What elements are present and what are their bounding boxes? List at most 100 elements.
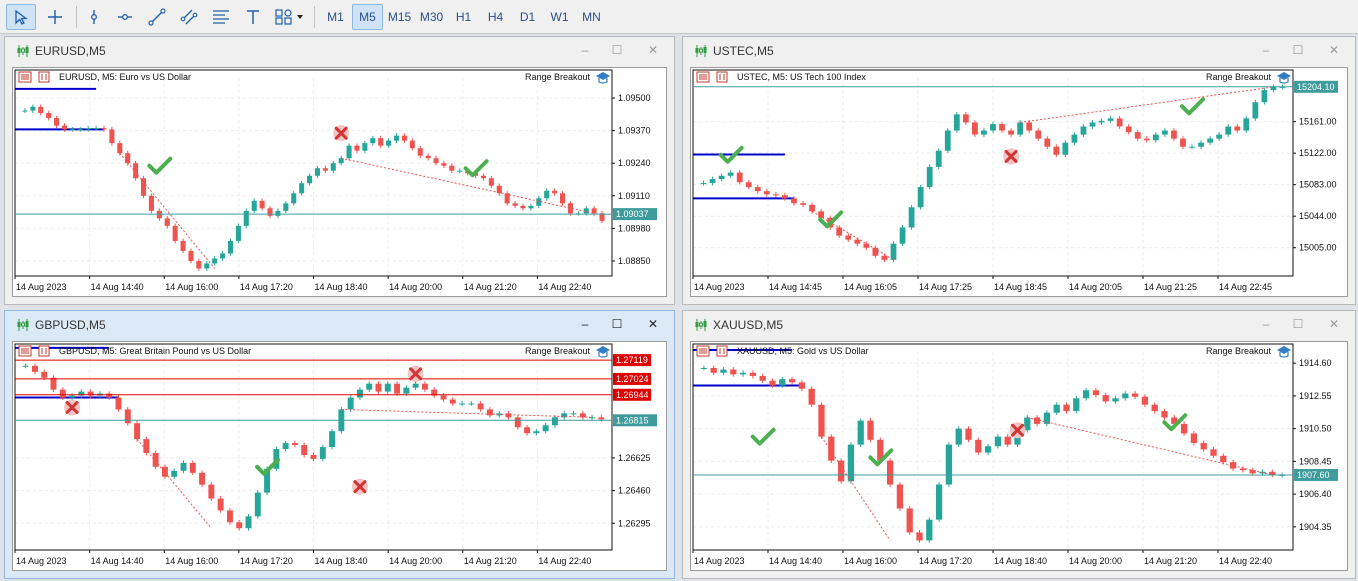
- candle: [338, 155, 344, 166]
- timeframe-button-h1[interactable]: H1: [448, 4, 479, 30]
- indicator-name: Range Breakout: [525, 72, 591, 82]
- crosshair-icon: [48, 10, 62, 24]
- candle: [763, 188, 770, 197]
- grid: [14, 78, 612, 276]
- candle: [236, 519, 243, 531]
- chart-area[interactable]: EURUSD, M5: Euro vs US Dollar Range Break…: [12, 67, 667, 297]
- close-button[interactable]: ✕: [646, 43, 660, 57]
- chart-area[interactable]: USTEC, M5: US Tech 100 Index Range Breako…: [690, 67, 1348, 297]
- horizontal-line-tool-button[interactable]: [111, 4, 139, 30]
- maximize-button[interactable]: ☐: [1291, 317, 1305, 331]
- chart-area[interactable]: XAUUSD, M5: Gold vs US Dollar Range Break…: [690, 341, 1348, 571]
- candle: [164, 215, 170, 229]
- timeframe-button-mn[interactable]: MN: [576, 4, 607, 30]
- crosshair-tool-button[interactable]: [40, 4, 70, 30]
- timeframe-button-m5[interactable]: M5: [352, 4, 383, 30]
- candle: [1071, 132, 1078, 146]
- y-tick-label: 15122.00: [1299, 148, 1337, 158]
- minimize-button[interactable]: –: [1259, 43, 1273, 57]
- timeframe-button-h4[interactable]: H4: [480, 4, 511, 30]
- timeframe-button-m1[interactable]: M1: [320, 4, 351, 30]
- chart-window-ustec[interactable]: USTEC,M5 – ☐ ✕ USTEC, M5: US Tech 100 Index R…: [682, 36, 1356, 305]
- candle: [251, 198, 257, 214]
- x-tick-label: 14 Aug 16:00: [844, 556, 897, 566]
- candle: [180, 460, 187, 474]
- x-tick-label: 14 Aug 21:20: [464, 282, 517, 292]
- y-tick-label: 15044.00: [1299, 211, 1337, 221]
- candle: [417, 145, 423, 159]
- price-chart[interactable]: EURUSD, M5: Euro vs US Dollar Range Break…: [13, 68, 666, 296]
- chart-area[interactable]: 1.27119 1.27024 1.26944 GBPUSD, M5: Great B…: [12, 341, 667, 571]
- price-chart[interactable]: 1.27119 1.27024 1.26944 GBPUSD, M5: Great B…: [13, 342, 666, 570]
- window-title-bar[interactable]: EURUSD,M5 – ☐ ✕: [5, 37, 674, 65]
- cursor-tool-button[interactable]: [6, 4, 36, 30]
- minimize-button[interactable]: –: [578, 317, 592, 331]
- vertical-line-tool-button[interactable]: [80, 4, 108, 30]
- candle: [926, 164, 933, 190]
- chart-window-gbpusd[interactable]: GBPUSD,M5 – ☐ ✕ 1.27119 1.27024 1.26944 GBPUSD,…: [4, 310, 675, 579]
- trendline-tool-button[interactable]: [143, 4, 171, 30]
- window-title-bar[interactable]: GBPUSD,M5 – ☐ ✕: [5, 311, 674, 339]
- timeframe-button-w1[interactable]: W1: [544, 4, 575, 30]
- candle: [226, 508, 233, 525]
- y-tick-label: 1.26295: [618, 518, 651, 528]
- candle: [1116, 116, 1123, 129]
- x-tick-label: 14 Aug 14:40: [769, 556, 822, 566]
- candle: [141, 175, 147, 199]
- price-chart[interactable]: USTEC, M5: US Tech 100 Index Range Breako…: [691, 68, 1347, 296]
- candle: [245, 513, 252, 531]
- failure-cross-icon: [407, 365, 424, 382]
- candle: [319, 444, 326, 462]
- close-button[interactable]: ✕: [1327, 43, 1341, 57]
- candle: [310, 452, 317, 462]
- timeframe-button-m30[interactable]: M30: [416, 4, 447, 30]
- candle: [736, 170, 743, 185]
- x-tick-label: 14 Aug 20:00: [1069, 556, 1122, 566]
- minimize-button[interactable]: –: [578, 43, 592, 57]
- candle: [1112, 395, 1119, 404]
- timeframe-button-m15[interactable]: M15: [384, 4, 415, 30]
- x-tick-label: 14 Aug 18:45: [994, 282, 1047, 292]
- candle: [867, 418, 874, 443]
- minimize-button[interactable]: –: [1259, 317, 1273, 331]
- text-icon: [247, 10, 259, 24]
- candle: [148, 193, 154, 214]
- shapes-tool-button[interactable]: [270, 4, 310, 30]
- window-title-bar[interactable]: USTEC,M5 – ☐ ✕: [683, 37, 1355, 65]
- x-tick-label: 14 Aug 22:40: [538, 282, 591, 292]
- x-tick-label: 14 Aug 14:45: [769, 282, 822, 292]
- candle: [1171, 128, 1177, 141]
- chart-window-eurusd[interactable]: EURUSD,M5 – ☐ ✕ EURUSD, M5: Euro vs US Dolla…: [4, 36, 675, 305]
- candles-icon: [695, 45, 707, 57]
- candle: [520, 203, 526, 211]
- maximize-button[interactable]: ☐: [610, 43, 624, 57]
- timeframe-button-d1[interactable]: D1: [512, 4, 543, 30]
- window-title-bar[interactable]: XAUUSD,M5 – ☐ ✕: [683, 311, 1355, 339]
- maximize-button[interactable]: ☐: [610, 317, 624, 331]
- close-button[interactable]: ✕: [646, 317, 660, 331]
- channel-tool-button[interactable]: [175, 4, 203, 30]
- candle: [322, 165, 328, 174]
- candle: [999, 121, 1005, 133]
- candle: [1180, 421, 1188, 436]
- close-button[interactable]: ✕: [1327, 317, 1341, 331]
- candle: [700, 365, 708, 371]
- text-tool-button[interactable]: [239, 4, 267, 30]
- price-chart[interactable]: XAUUSD, M5: Gold vs US Dollar Range Break…: [691, 342, 1347, 570]
- candle: [409, 138, 415, 151]
- trade-line: [1020, 86, 1274, 123]
- grid: [692, 78, 1293, 276]
- candle: [46, 110, 52, 121]
- candle: [152, 450, 159, 470]
- fibonacci-tool-button[interactable]: [207, 4, 235, 30]
- candle: [156, 208, 162, 221]
- candle: [836, 225, 843, 238]
- maximize-button[interactable]: ☐: [1291, 43, 1305, 57]
- x-tick-label: 14 Aug 16:00: [165, 282, 218, 292]
- candle: [1008, 128, 1014, 137]
- y-tick-label: 1.09110: [618, 191, 650, 201]
- indicator-name: Range Breakout: [1206, 72, 1272, 82]
- chart-window-xauusd[interactable]: XAUUSD,M5 – ☐ ✕ XAUUSD, M5: Gold vs US Dolla…: [682, 310, 1356, 579]
- toolbar-separator: [76, 6, 77, 28]
- candle: [393, 133, 400, 144]
